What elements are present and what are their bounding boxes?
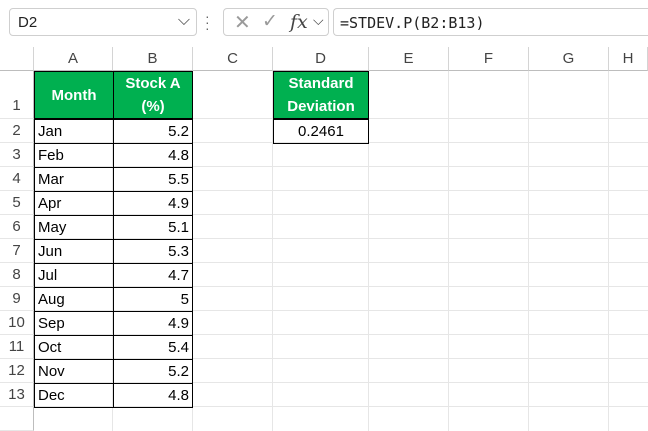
formula-input[interactable]: =STDEV.P(B2:B13) — [333, 8, 648, 36]
month-cell[interactable]: Aug — [34, 287, 114, 312]
row-header-9[interactable]: 9 — [0, 287, 34, 311]
stock-value-cell[interactable]: 5.5 — [113, 167, 193, 192]
header-std-dev-cell[interactable]: Standard Deviation — [273, 71, 369, 119]
month-cell[interactable]: May — [34, 215, 114, 240]
header-line: (%) — [141, 98, 165, 115]
column-header-d[interactable]: D — [273, 47, 369, 71]
stock-value-cell[interactable]: 4.7 — [113, 263, 193, 288]
stock-value-cell[interactable]: 4.8 — [113, 143, 193, 168]
month-cell[interactable]: Jun — [34, 239, 114, 264]
month-cell[interactable]: Sep — [34, 311, 114, 336]
spreadsheet-grid[interactable]: ABCDEFGH 1 2 3 4 5 6 7 8 9 10 11 12 13 Month Stock A(… — [0, 47, 648, 431]
more-options-icon[interactable]: · · · — [205, 9, 211, 35]
gridline — [448, 71, 449, 431]
row-header-5[interactable]: 5 — [0, 191, 34, 215]
name-box-value: D2 — [18, 14, 38, 31]
column-header-h[interactable]: H — [609, 47, 648, 71]
header-line: Stock A — [125, 75, 181, 92]
row-header-12[interactable]: 12 — [0, 359, 34, 383]
header-month-cell[interactable]: Month — [34, 71, 114, 119]
month-cell[interactable]: Mar — [34, 167, 114, 192]
column-header-c[interactable]: C — [193, 47, 273, 71]
formula-controls: ✕ ✓ fx ⌵ — [223, 8, 329, 36]
column-header-a[interactable]: A — [34, 47, 113, 71]
insert-function-icon[interactable]: fx — [290, 11, 308, 33]
column-header-b[interactable]: B — [113, 47, 193, 71]
chevron-down-icon[interactable]: ⌵ — [178, 12, 190, 30]
stock-value-cell[interactable]: 5.2 — [113, 359, 193, 384]
cancel-icon[interactable]: ✕ — [234, 10, 251, 35]
row-header-3[interactable]: 3 — [0, 143, 34, 167]
month-cell[interactable]: Dec — [34, 383, 114, 408]
column-header-g[interactable]: G — [529, 47, 609, 71]
gridline — [528, 71, 529, 431]
stock-value-cell[interactable]: 5.3 — [113, 239, 193, 264]
select-all-corner[interactable] — [0, 47, 34, 71]
stock-value-cell[interactable]: 4.9 — [113, 191, 193, 216]
month-cell[interactable]: Feb — [34, 143, 114, 168]
stock-value-cell[interactable]: 5 — [113, 287, 193, 312]
chevron-down-icon[interactable]: ⌵ — [313, 12, 324, 29]
stock-value-cell[interactable]: 5.2 — [113, 119, 193, 144]
row-header-2[interactable]: 2 — [0, 119, 34, 143]
row-header-10[interactable]: 10 — [0, 311, 34, 335]
formula-text: =STDEV.P(B2:B13) — [340, 14, 485, 32]
formula-bar: D2 ⌵ · · · ✕ ✓ fx ⌵ =STDEV.P(B2:B13) — [0, 0, 648, 47]
row-header-11[interactable]: 11 — [0, 335, 34, 359]
month-cell[interactable]: Jul — [34, 263, 114, 288]
month-cell[interactable]: Oct — [34, 335, 114, 360]
header-line: Deviation — [287, 98, 355, 115]
name-box[interactable]: D2 ⌵ — [9, 8, 197, 36]
stock-value-cell[interactable]: 4.9 — [113, 311, 193, 336]
row-header-blank[interactable] — [0, 407, 34, 431]
header-stock-cell[interactable]: Stock A (%) — [113, 71, 193, 119]
row-header-7[interactable]: 7 — [0, 239, 34, 263]
month-cell[interactable]: Nov — [34, 359, 114, 384]
header-line: Standard — [288, 75, 354, 92]
column-header-e[interactable]: E — [369, 47, 449, 71]
month-cell[interactable]: Apr — [34, 191, 114, 216]
row-header-8[interactable]: 8 — [0, 263, 34, 287]
row-header-1[interactable]: 1 — [0, 71, 34, 119]
row-header-4[interactable]: 4 — [0, 167, 34, 191]
column-header-f[interactable]: F — [449, 47, 529, 71]
stock-value-cell[interactable]: 5.4 — [113, 335, 193, 360]
stock-value-cell[interactable]: 5.1 — [113, 215, 193, 240]
row-header-6[interactable]: 6 — [0, 215, 34, 239]
stock-value-cell[interactable]: 4.8 — [113, 383, 193, 408]
month-cell[interactable]: Jan — [34, 119, 114, 144]
gridline — [608, 71, 609, 431]
row-header-13[interactable]: 13 — [0, 383, 34, 407]
std-dev-value-cell[interactable]: 0.2461 — [273, 119, 369, 144]
enter-icon[interactable]: ✓ — [262, 10, 278, 33]
